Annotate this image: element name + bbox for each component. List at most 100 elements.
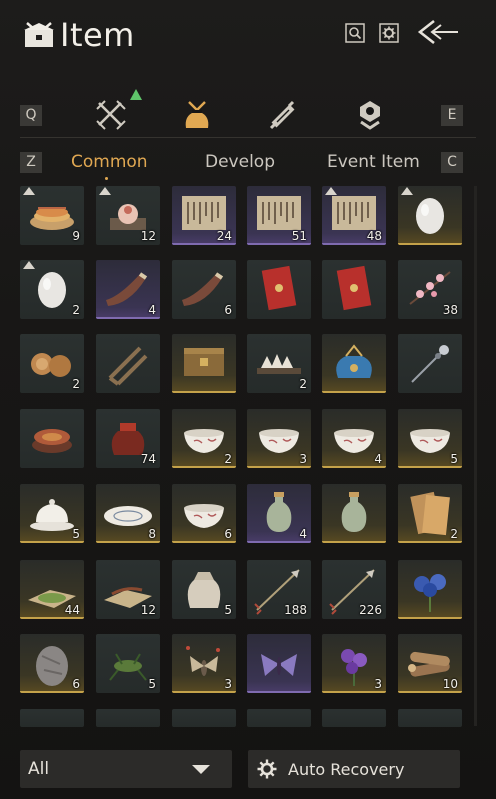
item-slot[interactable]: 10 <box>398 634 462 693</box>
item-slot[interactable]: 8 <box>96 484 160 543</box>
item-count: 38 <box>442 303 458 317</box>
back-button[interactable] <box>414 17 460 47</box>
item-slot[interactable]: 24 <box>172 186 236 245</box>
item-slot[interactable] <box>247 634 311 693</box>
next-category-key[interactable]: E <box>441 105 463 126</box>
item-slot[interactable]: 2 <box>398 484 462 543</box>
item-slot[interactable]: 3 <box>172 634 236 693</box>
lacquer-box-icon <box>32 429 72 453</box>
page-title: Item <box>60 16 135 54</box>
prev-category-key[interactable]: Q <box>20 105 42 126</box>
item-slot[interactable] <box>322 260 386 319</box>
new-indicator-icon <box>130 89 142 100</box>
filter-dropdown[interactable]: All <box>20 750 232 788</box>
item-slot[interactable] <box>322 709 386 727</box>
item-count: 24 <box>216 229 232 243</box>
item-slot[interactable]: 48 <box>322 186 386 245</box>
item-slot[interactable]: 38 <box>398 260 462 319</box>
scrollbar[interactable] <box>474 186 477 726</box>
item-slot[interactable]: 3 <box>247 409 311 468</box>
item-slot[interactable]: 12 <box>96 560 160 619</box>
item-count: 3 <box>224 677 232 691</box>
item-chest-icon <box>24 22 54 47</box>
item-slot[interactable] <box>172 709 236 727</box>
crossed-swords-icon[interactable] <box>94 98 128 132</box>
item-count: 5 <box>72 527 80 541</box>
item-slot[interactable]: 5 <box>96 634 160 693</box>
item-count: 12 <box>140 603 156 617</box>
item-slot[interactable] <box>247 260 311 319</box>
item-count: 9 <box>72 229 80 243</box>
prev-subtab-key[interactable]: Z <box>20 152 42 173</box>
item-slot[interactable]: 2 <box>247 334 311 393</box>
item-slot[interactable]: 6 <box>172 260 236 319</box>
item-count: 51 <box>291 229 307 243</box>
item-slot[interactable]: 6 <box>20 634 84 693</box>
item-slot[interactable]: 226 <box>322 560 386 619</box>
item-slot[interactable]: 6 <box>172 484 236 543</box>
item-slot[interactable]: 3 <box>322 634 386 693</box>
category-tabs: Q E <box>0 88 496 138</box>
item-slot[interactable]: 5 <box>172 560 236 619</box>
next-subtab-key[interactable]: C <box>441 152 463 173</box>
pouch-icon[interactable] <box>180 98 214 132</box>
item-slot[interactable]: 2 <box>20 260 84 319</box>
butterfly-icon <box>261 654 297 676</box>
scroll-icon[interactable] <box>265 98 299 132</box>
upgrade-badge-icon <box>99 187 111 195</box>
item-slot[interactable]: 5 <box>20 484 84 543</box>
item-slot[interactable] <box>20 709 84 727</box>
filter-selected-value: All <box>28 759 50 779</box>
item-slot[interactable] <box>172 334 236 393</box>
item-slot[interactable] <box>96 709 160 727</box>
item-count: 12 <box>140 229 156 243</box>
active-subtab-indicator <box>105 177 108 180</box>
item-count: 4 <box>299 527 307 541</box>
item-slot[interactable]: 5 <box>398 409 462 468</box>
item-slot[interactable]: 4 <box>247 484 311 543</box>
upgrade-badge-icon <box>23 261 35 269</box>
emblem-icon[interactable] <box>353 98 387 132</box>
auto-recovery-label: Auto Recovery <box>288 760 405 779</box>
item-slot[interactable]: 4 <box>96 260 160 319</box>
item-slot[interactable] <box>398 186 462 245</box>
settings-button[interactable] <box>379 23 399 43</box>
subtab-common[interactable]: Common <box>71 152 148 172</box>
item-slot[interactable]: 9 <box>20 186 84 245</box>
item-slot[interactable]: 4 <box>322 409 386 468</box>
item-count: 44 <box>64 603 80 617</box>
item-count: 10 <box>442 677 458 691</box>
chevron-down-icon <box>192 765 210 774</box>
item-slot[interactable]: 188 <box>247 560 311 619</box>
wood-tool-icon <box>108 346 148 386</box>
item-slot[interactable] <box>398 709 462 727</box>
inventory-panel: Item Q E Z C Common Develop Event Item 9… <box>0 0 496 799</box>
wooden-box-icon <box>184 348 224 376</box>
upgrade-badge-icon <box>325 187 337 195</box>
red-envelope-icon <box>261 265 297 311</box>
item-slot[interactable] <box>96 334 160 393</box>
item-slot[interactable] <box>247 709 311 727</box>
item-slot[interactable]: 74 <box>96 409 160 468</box>
item-count: 2 <box>72 377 80 391</box>
item-slot[interactable] <box>322 334 386 393</box>
item-slot[interactable]: 44 <box>20 560 84 619</box>
item-slot[interactable]: 51 <box>247 186 311 245</box>
item-slot[interactable]: 2 <box>172 409 236 468</box>
search-button[interactable] <box>345 23 365 43</box>
item-count: 2 <box>299 377 307 391</box>
subtab-develop[interactable]: Develop <box>205 152 275 172</box>
item-count: 5 <box>450 452 458 466</box>
item-slot[interactable] <box>398 334 462 393</box>
item-slot[interactable]: 2 <box>20 334 84 393</box>
auto-recovery-button[interactable]: Auto Recovery <box>248 750 460 788</box>
item-count: 74 <box>140 452 156 466</box>
item-slot[interactable] <box>398 560 462 619</box>
item-slot[interactable] <box>322 484 386 543</box>
header: Item <box>0 0 496 80</box>
subtab-event-item[interactable]: Event Item <box>327 152 420 172</box>
item-slot[interactable]: 12 <box>96 186 160 245</box>
tab-divider <box>20 137 476 138</box>
item-slot[interactable] <box>20 409 84 468</box>
item-count: 48 <box>366 229 382 243</box>
